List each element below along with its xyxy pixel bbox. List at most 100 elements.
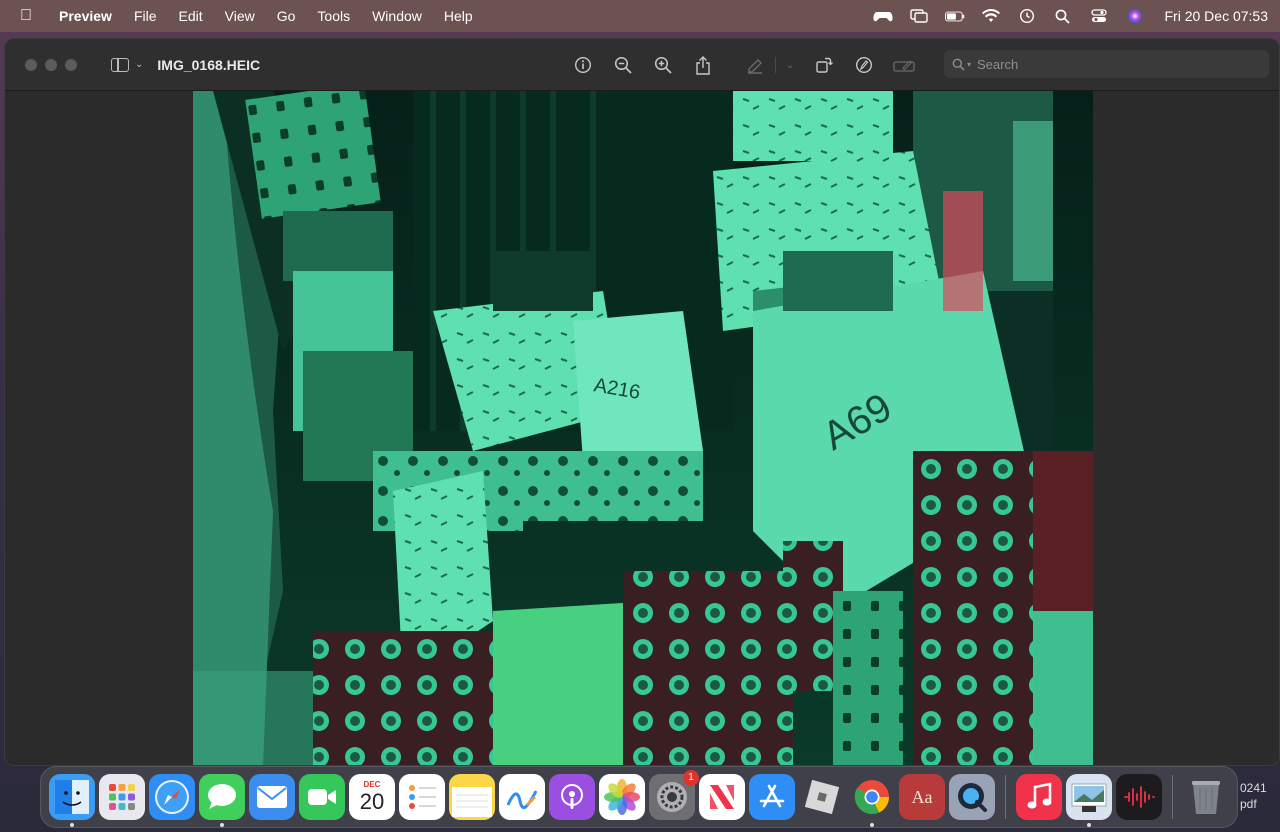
quicktime-icon <box>958 783 987 812</box>
dock-podcasts[interactable] <box>549 774 595 820</box>
running-indicator <box>1087 823 1091 827</box>
search-field[interactable]: ▾ Search <box>944 50 1269 78</box>
status-area: Fri 20 Dec 07:53 <box>872 8 1269 24</box>
news-icon <box>710 785 734 809</box>
dock-facetime[interactable] <box>299 774 345 820</box>
appstore-icon <box>759 784 785 808</box>
battery-fill <box>946 12 956 20</box>
desktop-file-extension: pdf <box>1240 797 1257 811</box>
game-controller-icon[interactable] <box>872 8 893 24</box>
pen-circle-icon <box>855 56 873 74</box>
chevron-down-icon: ▾ <box>967 59 972 69</box>
window-controls <box>25 58 77 71</box>
dock-mail[interactable] <box>249 774 295 820</box>
highlighter-pen-icon <box>748 59 762 74</box>
finder-icon <box>55 780 89 814</box>
minimize-button[interactable] <box>45 58 57 71</box>
dock-notes[interactable] <box>449 774 495 820</box>
dock-finder[interactable] <box>49 774 95 827</box>
dock-reminders[interactable] <box>399 774 445 820</box>
dock-calendar[interactable]: DEC 20 <box>349 774 395 820</box>
rotate-button[interactable] <box>804 51 844 79</box>
menu-edit[interactable]: Edit <box>168 8 214 24</box>
dock-roblox[interactable] <box>799 774 845 820</box>
document-title: IMG_0168.HEIC <box>157 56 261 73</box>
dock-system-settings[interactable]: 1 <box>649 770 699 820</box>
menu-file[interactable]: File <box>123 8 168 24</box>
dock-safari[interactable] <box>149 774 195 820</box>
dock-preview[interactable] <box>1066 774 1112 827</box>
battery-icon[interactable] <box>944 8 965 24</box>
search-placeholder: Search <box>977 56 1019 72</box>
photo-image[interactable]: A69 A216 <box>193 91 1093 765</box>
dock-divider <box>1005 775 1006 819</box>
dock-dictionary[interactable]: Aa <box>899 774 945 820</box>
desktop-file-label[interactable]: 0241 pdf <box>1240 780 1280 812</box>
podcasts-icon <box>561 784 583 809</box>
dictionary-icon: Aa <box>911 786 933 807</box>
reminders-icon <box>409 785 436 809</box>
calendar-day: 20 <box>359 789 385 814</box>
running-indicator <box>70 823 74 827</box>
freeform-icon <box>506 790 538 810</box>
facetime-icon <box>308 789 336 805</box>
menu-clock[interactable]: Fri 20 Dec 07:53 <box>1165 8 1269 24</box>
zoom-in-button[interactable] <box>643 51 683 79</box>
dock-voice-memos[interactable] <box>1116 774 1162 820</box>
dock: DEC 20 1 Aa <box>40 766 1238 828</box>
menu-view[interactable]: View <box>214 8 266 24</box>
close-button[interactable] <box>25 58 37 71</box>
running-indicator <box>870 823 874 827</box>
dock-photos[interactable] <box>599 774 645 820</box>
info-button[interactable] <box>563 51 603 79</box>
rotate-icon <box>816 57 833 73</box>
desktop-file-name: 0241 <box>1240 781 1267 795</box>
dock-music[interactable] <box>1016 774 1062 820</box>
markup-menu-button[interactable]: ⌄ <box>776 51 804 79</box>
dock-news[interactable] <box>699 774 745 820</box>
menu-tools[interactable]: Tools <box>306 8 361 24</box>
menu-window[interactable]: Window <box>361 8 433 24</box>
wifi-icon[interactable] <box>981 8 1001 24</box>
info-icon <box>574 56 592 74</box>
chrome-icon <box>854 780 889 814</box>
form-filling-button[interactable] <box>884 51 924 79</box>
zoom-in-icon <box>654 56 672 74</box>
control-center-icon[interactable] <box>1089 8 1109 24</box>
launchpad-icon <box>109 784 135 810</box>
menu-go[interactable]: Go <box>266 8 307 24</box>
safari-icon <box>155 780 189 814</box>
photos-icon <box>604 779 640 815</box>
markup-toolbar-button[interactable] <box>844 51 884 79</box>
title-bar: ⌄ IMG_0168.HEIC ⌄ ▾ Search <box>5 39 1279 91</box>
running-indicator <box>220 823 224 827</box>
apple-menu-icon[interactable]:  <box>12 7 40 25</box>
menu-help[interactable]: Help <box>433 8 484 24</box>
dock-divider <box>1172 775 1173 819</box>
share-icon <box>696 55 710 75</box>
settings-gear-icon <box>657 782 687 812</box>
dock-freeform[interactable] <box>499 774 545 820</box>
sidebar-toggle-button[interactable]: ⌄ <box>111 57 143 72</box>
siri-icon[interactable] <box>1125 8 1145 24</box>
form-icon <box>893 60 915 72</box>
dock-messages[interactable] <box>199 774 245 827</box>
toolbar: ⌄ <box>563 39 924 91</box>
spotlight-search-icon[interactable] <box>1053 8 1073 24</box>
dock-trash[interactable] <box>1183 774 1229 820</box>
document-canvas: A69 A216 <box>5 91 1279 765</box>
dock-launchpad[interactable] <box>99 774 145 820</box>
zoom-button[interactable] <box>65 58 77 71</box>
dock-app-store[interactable] <box>749 774 795 820</box>
preview-icon <box>1071 783 1107 812</box>
menu-app-name[interactable]: Preview <box>48 8 123 24</box>
markup-button[interactable] <box>735 51 775 79</box>
zoom-out-button[interactable] <box>603 51 643 79</box>
chevron-down-icon: ⌄ <box>785 59 795 71</box>
search-icon <box>952 58 965 71</box>
dock-chrome[interactable] <box>849 774 895 827</box>
screen-mirroring-icon[interactable] <box>909 8 929 24</box>
share-button[interactable] <box>683 51 723 79</box>
time-machine-icon[interactable] <box>1017 8 1037 24</box>
dock-quicktime[interactable] <box>949 774 995 820</box>
